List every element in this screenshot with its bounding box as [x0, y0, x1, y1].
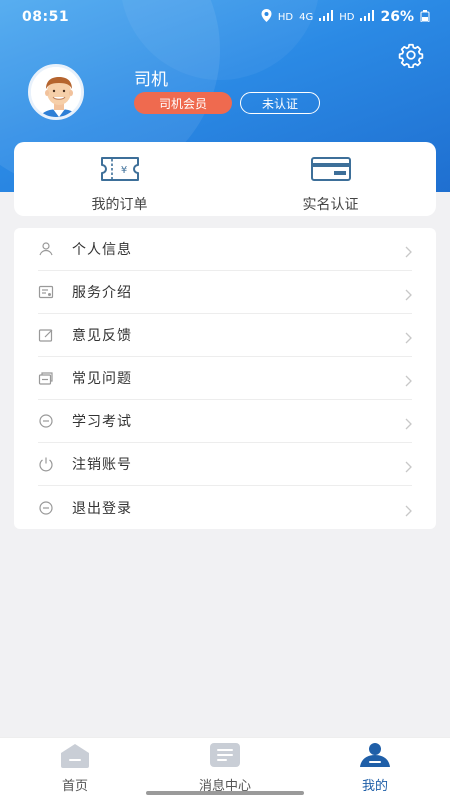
edit-icon [38, 327, 54, 343]
profile-icon [358, 742, 392, 772]
menu-item-service-intro[interactable]: 服务介绍 [38, 271, 412, 314]
power-icon [38, 456, 54, 472]
battery-level: 26% [380, 9, 414, 25]
my-orders-button[interactable]: ¥ 我的订单 [14, 142, 225, 216]
quick-actions-card: ¥ 我的订单 实名认证 [14, 142, 436, 216]
member-badge: 司机会员 [134, 92, 232, 114]
menu-item-delete-account[interactable]: 注销账号 [38, 443, 412, 486]
exam-icon [38, 413, 54, 429]
status-bar: 08:51 HD 4G HD 26% [0, 0, 450, 34]
signal-icon [319, 10, 334, 24]
tab-home[interactable]: 首页 [0, 738, 150, 800]
menu-item-personal-info[interactable]: 个人信息 [38, 228, 412, 271]
gear-icon [398, 43, 424, 72]
hd-label: HD [277, 11, 294, 23]
menu-item-label: 学习考试 [72, 414, 132, 430]
tab-profile[interactable]: 我的 [300, 738, 450, 800]
menu-item-study-exam[interactable]: 学习考试 [38, 400, 412, 443]
chevron-right-icon [404, 243, 412, 258]
status-time: 08:51 [22, 9, 70, 25]
menu-item-label: 退出登录 [72, 500, 132, 517]
tab-label: 首页 [61, 779, 88, 794]
status-indicators: HD 4G HD 26% [261, 9, 430, 25]
verify-status-badge[interactable]: 未认证 [240, 92, 320, 114]
id-card-icon [310, 156, 352, 186]
signal-icon [360, 10, 375, 24]
svg-text:¥: ¥ [120, 165, 126, 176]
menu-list: 个人信息 服务介绍 意见反馈 常见问题 学习考试 注销账号 退出登录 [14, 228, 436, 529]
menu-item-logout[interactable]: 退出登录 [38, 486, 412, 529]
settings-button[interactable] [398, 42, 424, 69]
menu-item-faq[interactable]: 常见问题 [38, 357, 412, 400]
menu-item-label: 意见反馈 [72, 328, 132, 344]
battery-icon [420, 9, 430, 25]
home-icon [58, 742, 92, 772]
menu-item-label: 常见问题 [72, 371, 132, 387]
hd-label: HD [339, 11, 355, 23]
menu-item-feedback[interactable]: 意见反馈 [38, 314, 412, 357]
menu-item-label: 个人信息 [72, 242, 132, 258]
avatar[interactable] [28, 64, 84, 120]
network-label: 4G [299, 11, 314, 23]
chevron-right-icon [404, 372, 412, 387]
home-indicator[interactable] [146, 791, 304, 795]
chevron-right-icon [404, 502, 412, 516]
quick-action-label: 我的订单 [91, 197, 148, 213]
location-icon [261, 9, 272, 25]
chevron-right-icon [404, 286, 412, 301]
user-name: 司机 [134, 70, 168, 90]
menu-item-label: 服务介绍 [72, 285, 132, 301]
chevron-right-icon [404, 458, 412, 473]
document-icon [38, 284, 54, 300]
menu-item-label: 注销账号 [72, 457, 132, 473]
chevron-right-icon [404, 415, 412, 430]
question-icon [38, 370, 54, 386]
message-icon [208, 742, 242, 772]
ticket-icon: ¥ [99, 156, 141, 186]
tab-label: 我的 [361, 779, 388, 794]
logout-icon [38, 500, 54, 516]
quick-action-label: 实名认证 [302, 197, 359, 213]
person-icon [38, 241, 54, 257]
real-name-verify-button[interactable]: 实名认证 [225, 142, 436, 216]
chevron-right-icon [404, 329, 412, 344]
